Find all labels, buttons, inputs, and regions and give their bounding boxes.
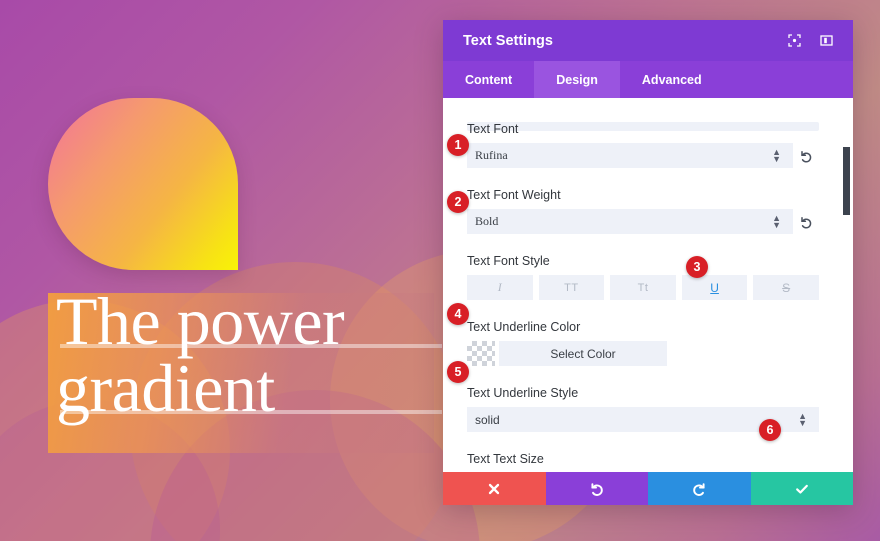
- text-font-weight-select[interactable]: Bold ▲ ▼: [467, 209, 793, 234]
- chevron-updown-icon: ▲ ▼: [772, 212, 781, 230]
- chevron-updown-icon: ▲ ▼: [772, 146, 781, 164]
- tab-advanced[interactable]: Advanced: [620, 61, 724, 98]
- text-font-value: Rufina: [475, 148, 508, 162]
- step-badge-4: 4: [447, 303, 469, 325]
- panel-body: Text Font Rufina ▲ ▼ Text Font Weight Bo…: [443, 98, 853, 472]
- save-button[interactable]: [750, 472, 853, 505]
- panel-tab-bar: Content Design Advanced: [443, 61, 853, 98]
- field-text-underline-color: Text Underline Color Select Color: [443, 320, 853, 366]
- undo-button[interactable]: [545, 472, 648, 505]
- focus-icon[interactable]: [783, 30, 805, 52]
- field-text-underline-style: Text Underline Style solid ▲ ▼: [443, 386, 853, 432]
- text-font-select[interactable]: Rufina ▲ ▼: [467, 143, 793, 168]
- field-text-size: Text Text Size 100px: [443, 452, 853, 472]
- tab-content[interactable]: Content: [443, 61, 534, 98]
- text-size-label: Text Text Size: [467, 452, 544, 466]
- style-button-underline[interactable]: U: [681, 275, 748, 300]
- style-button-capitalize[interactable]: Tt: [610, 275, 676, 300]
- style-button-italic[interactable]: I: [467, 275, 533, 300]
- step-badge-3: 3: [686, 256, 708, 278]
- text-underline-style-label: Text Underline Style: [467, 386, 579, 400]
- teardrop-gradient-shape: [48, 98, 238, 270]
- panel-header: Text Settings: [443, 20, 853, 61]
- chevron-updown-icon: ▲ ▼: [798, 410, 807, 428]
- text-font-label: Text Font: [467, 122, 519, 136]
- field-text-font-weight: Text Font Weight Bold ▲ ▼: [443, 188, 853, 234]
- text-font-weight-reset-icon[interactable]: [793, 215, 819, 229]
- scrollbar-thumb[interactable]: [843, 147, 850, 215]
- redo-button[interactable]: [648, 472, 751, 505]
- screen-canvas: The power gradient Text Settings Content…: [0, 0, 880, 541]
- field-text-font-style: Text Font Style I TT Tt U S: [443, 254, 853, 300]
- text-font-weight-label: Text Font Weight: [467, 188, 561, 202]
- color-swatch-transparent[interactable]: [467, 341, 495, 366]
- cancel-button[interactable]: [443, 472, 546, 505]
- style-button-strikethrough[interactable]: S: [753, 275, 819, 300]
- select-color-button[interactable]: Select Color: [499, 341, 667, 366]
- panel-title: Text Settings: [463, 32, 553, 49]
- step-badge-6: 6: [759, 419, 781, 441]
- panel-action-bar: [443, 472, 853, 505]
- tab-design[interactable]: Design: [534, 61, 620, 98]
- text-font-reset-icon[interactable]: [793, 149, 819, 163]
- text-underline-color-label: Text Underline Color: [467, 320, 581, 334]
- style-button-uppercase[interactable]: TT: [538, 275, 605, 300]
- text-font-style-label: Text Font Style: [467, 254, 550, 268]
- panel-layout-icon[interactable]: [815, 30, 837, 52]
- text-font-weight-value: Bold: [475, 214, 499, 228]
- step-badge-5: 5: [447, 361, 469, 383]
- step-badge-1: 1: [447, 134, 469, 156]
- text-underline-style-value: solid: [475, 412, 500, 427]
- step-badge-2: 2: [447, 191, 469, 213]
- headline-line-2: gradient: [56, 354, 456, 421]
- text-settings-panel: Text Settings Content Design Advanced Te…: [443, 20, 853, 505]
- headline-line-1: The power: [56, 287, 456, 355]
- page-headline: The power gradient: [56, 287, 456, 421]
- field-text-font: Text Font Rufina ▲ ▼: [443, 122, 853, 168]
